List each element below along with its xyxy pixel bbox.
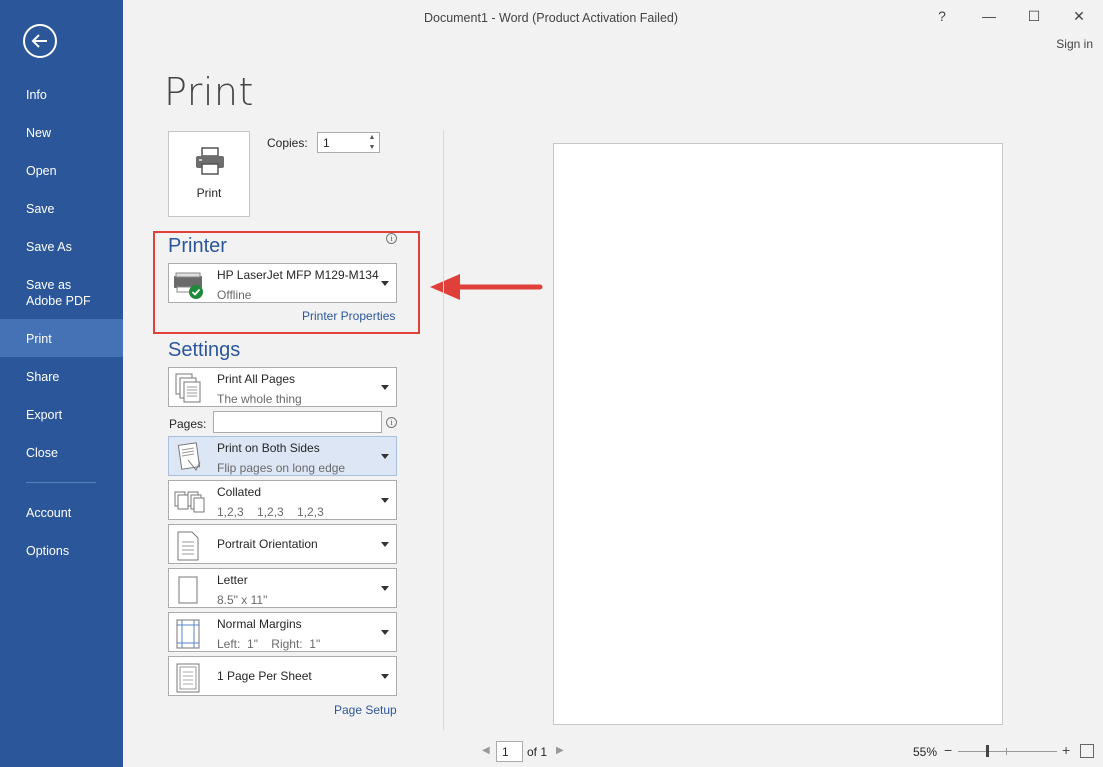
- print-sides-dropdown[interactable]: Print on Both Sides Flip pages on long e…: [168, 436, 397, 476]
- title-bar: Document1 - Word (Product Activation Fai…: [123, 0, 1103, 36]
- zoom-to-page-icon[interactable]: [1080, 744, 1094, 758]
- printer-icon: [196, 147, 224, 175]
- zoom-100-tick: [1006, 748, 1007, 755]
- copies-label: Copies:: [267, 136, 308, 150]
- highlight-box: [153, 231, 420, 334]
- nav-info[interactable]: Info: [0, 87, 123, 103]
- zoom-slider[interactable]: [958, 751, 1057, 752]
- print-preview-page: [553, 143, 1003, 725]
- page-count-label: of 1: [527, 745, 548, 759]
- red-arrow-icon: [430, 274, 543, 300]
- panel-divider: [443, 130, 444, 730]
- page-number-input[interactable]: 1: [496, 741, 523, 762]
- zoom-out-icon[interactable]: −: [944, 742, 952, 758]
- nav-close[interactable]: Close: [0, 445, 123, 461]
- nav-open[interactable]: Open: [0, 163, 123, 179]
- portrait-icon: [177, 531, 199, 561]
- orientation-dropdown[interactable]: Portrait Orientation: [168, 524, 397, 564]
- paper-size-main: Letter: [217, 573, 248, 587]
- backstage-sidebar: Info New Open Save Save As Save as Adobe…: [0, 0, 123, 767]
- zoom-in-icon[interactable]: +: [1062, 742, 1070, 758]
- nav-export[interactable]: Export: [0, 407, 123, 423]
- zoom-level[interactable]: 55%: [913, 745, 937, 759]
- paper-size-sub: 8.5" x 11": [217, 593, 268, 607]
- collation-dropdown[interactable]: Collated 1,2,3 1,2,3 1,2,3: [168, 480, 397, 520]
- sign-in-link[interactable]: Sign in: [1056, 37, 1093, 51]
- nav-save[interactable]: Save: [0, 201, 123, 217]
- pages-per-sheet-main: 1 Page Per Sheet: [217, 669, 312, 683]
- help-button[interactable]: ?: [932, 8, 952, 24]
- margins-sub: Left: 1" Right: 1": [217, 637, 321, 651]
- nav-save-as-adobe-pdf[interactable]: Save as Adobe PDF: [0, 277, 123, 309]
- collation-main: Collated: [217, 485, 262, 499]
- chevron-down-icon: [381, 674, 389, 679]
- chevron-down-icon: [381, 454, 389, 459]
- copies-up-icon[interactable]: ▲: [366, 133, 378, 142]
- pages-info-icon[interactable]: i: [386, 417, 397, 428]
- pages-label: Pages:: [169, 417, 207, 431]
- print-button[interactable]: Print: [168, 131, 250, 217]
- print-pages-main: Print All Pages: [217, 372, 296, 386]
- chevron-down-icon: [381, 542, 389, 547]
- copies-down-icon[interactable]: ▼: [366, 143, 378, 152]
- zoom-slider-thumb[interactable]: [986, 745, 989, 757]
- chevron-down-icon: [381, 630, 389, 635]
- page-setup-link[interactable]: Page Setup: [334, 703, 397, 717]
- pages-per-sheet-dropdown[interactable]: 1 Page Per Sheet: [168, 656, 397, 696]
- collated-icon: [174, 491, 205, 513]
- previous-page-icon[interactable]: ◀: [482, 745, 490, 756]
- print-button-label: Print: [196, 186, 222, 200]
- maximize-button[interactable]: ☐: [1024, 8, 1044, 25]
- nav-account[interactable]: Account: [0, 505, 123, 521]
- print-pages-dropdown[interactable]: Print All Pages The whole thing: [168, 367, 397, 407]
- close-button[interactable]: ✕: [1069, 8, 1089, 25]
- page-per-sheet-icon: [176, 663, 200, 693]
- duplex-icon: [177, 442, 201, 471]
- next-page-icon[interactable]: ▶: [556, 745, 564, 756]
- nav-new[interactable]: New: [0, 125, 123, 141]
- pages-input[interactable]: [213, 411, 382, 433]
- nav-share[interactable]: Share: [0, 369, 123, 385]
- collation-sub: 1,2,3 1,2,3 1,2,3: [217, 505, 324, 519]
- nav-print[interactable]: Print: [0, 319, 123, 357]
- margins-main: Normal Margins: [217, 617, 302, 631]
- minimize-button[interactable]: —: [979, 8, 999, 24]
- back-arrow-icon[interactable]: [23, 24, 57, 58]
- nav-save-as[interactable]: Save As: [0, 239, 123, 255]
- paper-icon: [178, 576, 198, 604]
- chevron-down-icon: [381, 586, 389, 591]
- margins-icon: [176, 619, 200, 649]
- window-title: Document1 - Word (Product Activation Fai…: [423, 11, 679, 25]
- orientation-main: Portrait Orientation: [217, 537, 318, 551]
- print-pages-sub: The whole thing: [217, 392, 302, 406]
- all-pages-icon: [175, 373, 201, 403]
- page-title: Print: [164, 70, 254, 114]
- print-sides-main: Print on Both Sides: [217, 441, 320, 455]
- settings-heading: Settings: [168, 339, 241, 361]
- nav-options[interactable]: Options: [0, 543, 123, 559]
- print-sides-sub: Flip pages on long edge: [217, 461, 346, 475]
- paper-size-dropdown[interactable]: Letter 8.5" x 11": [168, 568, 397, 608]
- chevron-down-icon: [381, 385, 389, 390]
- sidebar-divider: [26, 482, 96, 483]
- margins-dropdown[interactable]: Normal Margins Left: 1" Right: 1": [168, 612, 397, 652]
- chevron-down-icon: [381, 498, 389, 503]
